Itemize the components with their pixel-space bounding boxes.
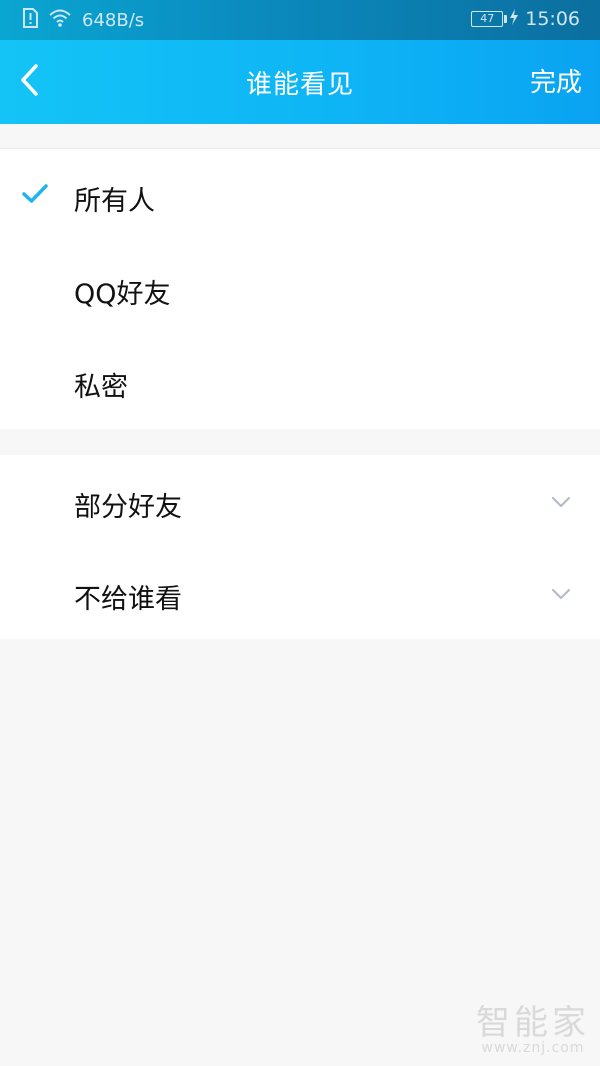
option-label: 部分好友 — [74, 492, 182, 523]
status-bar: 648B/s 47 15:06 — [0, 0, 600, 40]
option-label: 私密 — [74, 372, 128, 403]
option-everyone[interactable]: 所有人 — [0, 149, 600, 241]
option-qq-friends[interactable]: QQ好友 — [0, 242, 600, 334]
done-button[interactable]: 完成 — [530, 62, 582, 99]
status-bar-left: 648B/s — [22, 8, 144, 33]
sim-alert-icon — [22, 8, 38, 33]
watermark-logo: 智能家 — [476, 1003, 590, 1043]
option-some-friends[interactable]: 部分好友 — [0, 455, 600, 547]
clock: 15:06 — [525, 8, 580, 30]
option-hide-from[interactable]: 不给谁看 — [0, 547, 600, 639]
nav-bar: 谁能看见 完成 — [0, 40, 600, 124]
network-speed: 648B/s — [82, 10, 145, 31]
visibility-options-list: 所有人 QQ好友 私密 — [0, 148, 600, 429]
option-label: QQ好友 — [74, 279, 171, 310]
watermark: 智能家 www.znj.com — [476, 995, 590, 1056]
status-bar-right: 47 15:06 — [471, 8, 580, 30]
option-label: 所有人 — [74, 186, 155, 217]
battery-level: 47 — [480, 12, 495, 25]
chevron-down-icon[interactable] — [551, 493, 571, 512]
option-label: 不给谁看 — [74, 584, 182, 615]
expandable-options-list: 部分好友 不给谁看 — [0, 455, 600, 639]
wifi-icon — [48, 8, 72, 33]
watermark-url: www.znj.com — [481, 1040, 585, 1056]
charging-icon — [509, 9, 519, 29]
battery-icon: 47 — [471, 11, 508, 27]
option-private[interactable]: 私密 — [0, 335, 600, 427]
page-title: 谁能看见 — [245, 70, 354, 100]
chevron-down-icon[interactable] — [551, 585, 571, 604]
checkmark-icon — [22, 184, 48, 208]
